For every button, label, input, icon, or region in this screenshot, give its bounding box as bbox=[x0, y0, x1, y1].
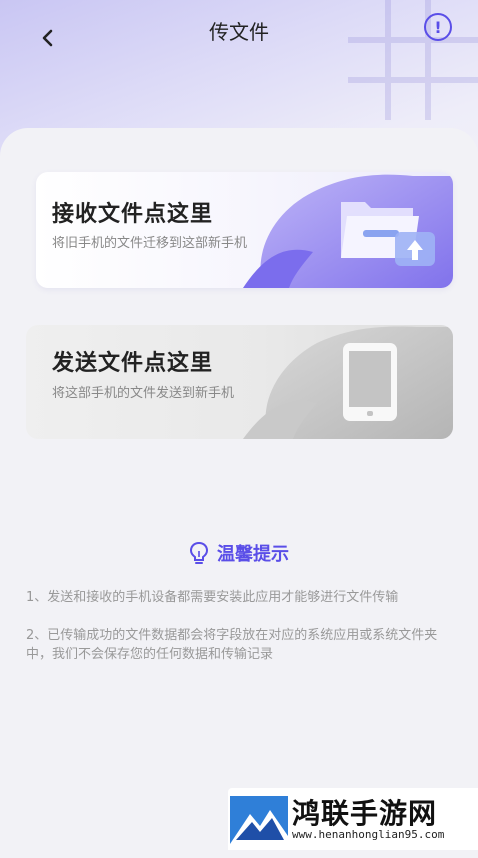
watermark-url: www.henanhonglian95.com bbox=[292, 828, 445, 841]
send-file-card[interactable]: 发送文件点这里 将这部手机的文件发送到新手机 bbox=[26, 325, 453, 439]
watermark-logo bbox=[230, 796, 288, 844]
send-card-title: 发送文件点这里 bbox=[52, 351, 214, 376]
tip-line-2: 2、已传输成功的文件数据都会将字段放在对应的系统应用或系统文件夹中，我们不会保存… bbox=[26, 628, 438, 662]
receive-card-description: 将旧手机的文件迁移到这部新手机 bbox=[52, 236, 248, 251]
lightbulb-icon bbox=[189, 541, 209, 564]
watermark-title: 鸿联手游网 bbox=[292, 797, 438, 830]
tips-header: 温馨提示 bbox=[0, 540, 478, 566]
phone-icon bbox=[343, 343, 397, 421]
tip-line-1: 1、发送和接收的手机设备都需要安装此应用才能够进行文件传输 bbox=[26, 590, 399, 605]
tips-title: 温馨提示 bbox=[217, 544, 289, 565]
receive-card-title: 接收文件点这里 bbox=[52, 202, 214, 227]
receive-file-card[interactable]: 接收文件点这里 将旧手机的文件迁移到这部新手机 bbox=[36, 172, 453, 288]
page-title: 传文件 bbox=[209, 20, 269, 44]
send-card-description: 将这部手机的文件发送到新手机 bbox=[52, 386, 235, 401]
folder-upload-icon bbox=[341, 202, 435, 266]
top-bar: 传文件 ! bbox=[0, 0, 478, 60]
info-button[interactable]: ! bbox=[424, 13, 452, 41]
watermark: 鸿联手游网 www.henanhonglian95.com bbox=[228, 788, 478, 850]
exclamation-circle-icon: ! bbox=[434, 17, 442, 37]
